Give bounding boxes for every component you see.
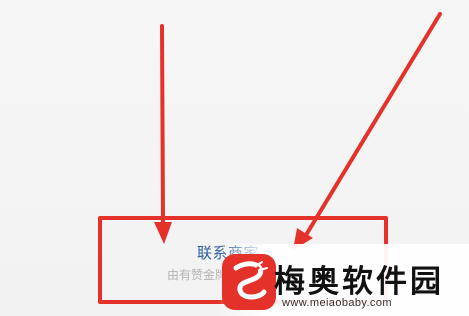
arrow-diagonal-icon <box>293 12 442 250</box>
watermark-site-url: www.meiaobaby.com <box>282 297 392 309</box>
arrow-down-icon <box>154 24 172 244</box>
page-background: 联系商家 由有赞金牌客服提供 梅奥软件园 www.meiaobaby.com <box>0 0 469 316</box>
site-watermark: 梅奥软件园 www.meiaobaby.com <box>218 244 469 316</box>
dragon-logo-icon <box>222 254 276 310</box>
watermark-site-name: 梅奥软件园 <box>274 264 444 300</box>
